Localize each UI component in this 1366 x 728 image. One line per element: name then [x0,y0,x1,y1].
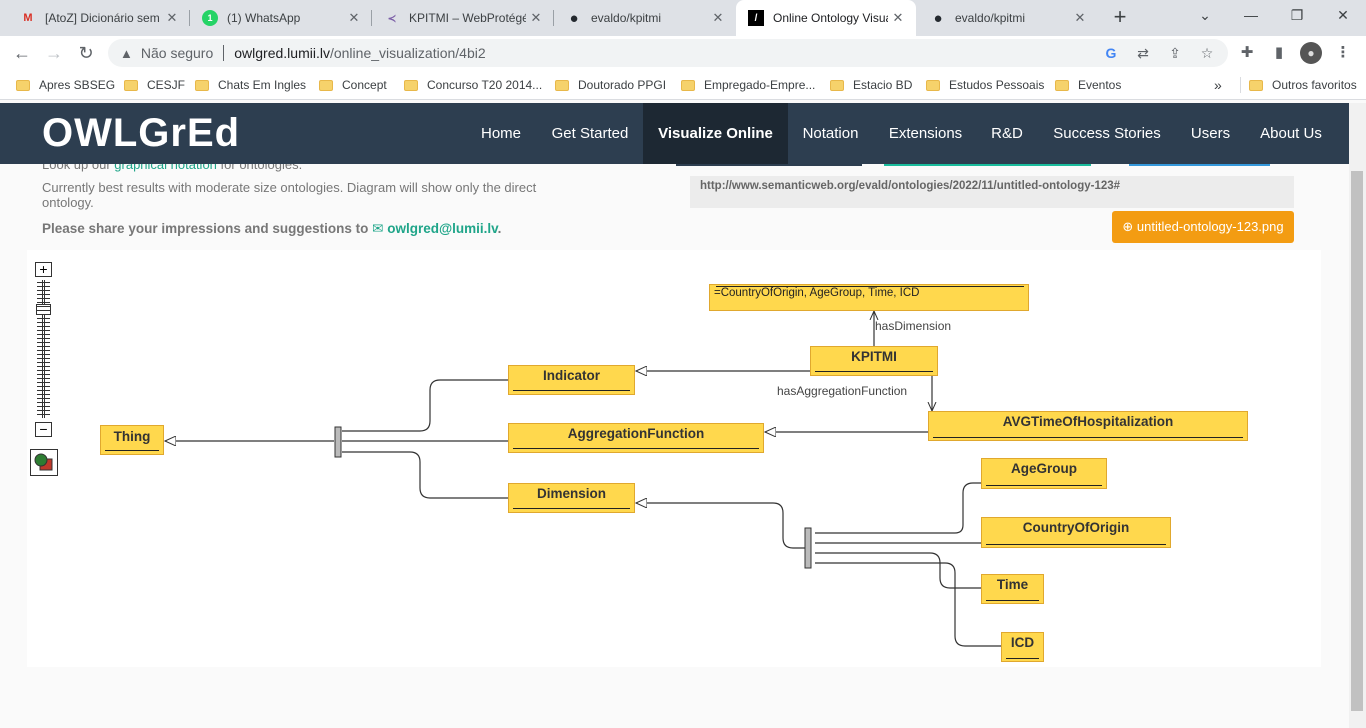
class-label: ICD [1010,635,1035,650]
generalization-line-indicator [342,379,508,432]
generalization-line-dimension [342,451,508,499]
class-label: Thing [113,429,151,444]
class-label: Dimension [536,486,606,501]
class-label: Time [996,577,1029,592]
class-age-group[interactable]: AgeGroup [981,458,1107,489]
generalization-fork [804,527,812,569]
scrollbar-thumb[interactable] [1351,171,1363,711]
class-country-of-origin[interactable]: CountryOfOrigin [981,517,1171,548]
class-label: CountryOfOrigin [1022,520,1130,535]
class-kpitmi[interactable]: KPITMI [810,346,938,376]
class-label: Indicator [542,368,600,383]
subclass-edge-dimension [636,503,806,549]
class-icd[interactable]: ICD [1001,632,1044,662]
generalization-line-icd [815,562,1001,647]
equivalence-box[interactable]: =CountryOfOrigin, AgeGroup, Time, ICD [709,284,1029,311]
class-label: AgeGroup [1011,461,1077,476]
class-indicator[interactable]: Indicator [508,365,635,395]
class-label: AggregationFunction [567,426,705,441]
edge-label-has-aggregation-function: hasAggregationFunction [777,384,908,398]
class-dimension[interactable]: Dimension [508,483,635,513]
class-label: KPITMI [851,349,897,364]
generalization-line-time [815,552,981,589]
generalization-line-agegroup [815,482,981,534]
edge-label-has-dimension: hasDimension [875,319,952,333]
class-label: AVGTimeOfHospitalization [1002,414,1174,429]
equivalence-text: =CountryOfOrigin, AgeGroup, Time, ICD [714,287,920,299]
class-avg-time-of-hospitalization[interactable]: AVGTimeOfHospitalization [928,411,1248,441]
page-scrollbar[interactable] [1349,103,1366,728]
class-thing[interactable]: Thing [100,425,164,455]
ontology-diagram [0,0,1001,647]
generalization-fork [334,426,342,458]
class-aggregation-function[interactable]: AggregationFunction [508,423,764,453]
class-time[interactable]: Time [981,574,1044,604]
